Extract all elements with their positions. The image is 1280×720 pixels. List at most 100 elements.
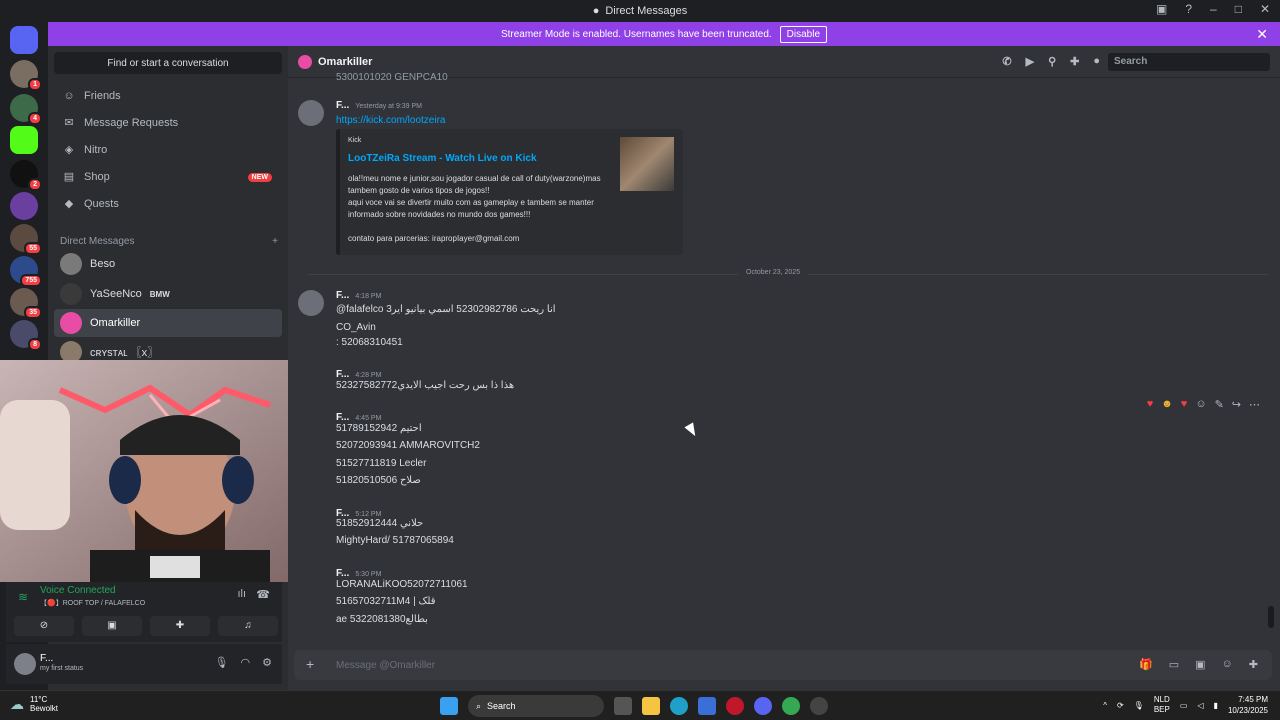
disable-button[interactable]: Disable (779, 25, 828, 43)
server-icon[interactable] (10, 126, 38, 154)
clan-tag: BMW (149, 289, 170, 299)
dm-item-omarkiller[interactable]: Omarkiller (54, 309, 282, 337)
home-button[interactable] (10, 26, 38, 54)
apps-icon[interactable]: ✚ (1249, 658, 1258, 671)
user-name: F... (40, 653, 54, 664)
battery-icon[interactable]: ▮ (1214, 701, 1218, 710)
server-icon[interactable]: 1 (10, 60, 42, 91)
message-time: 4:45 PM (355, 415, 382, 422)
sync-icon[interactable]: ⟳ (1117, 701, 1124, 710)
forward-icon[interactable]: ↪ (1232, 398, 1241, 411)
weather-widget[interactable]: ☁ 11°C Bewolkt (10, 695, 58, 713)
user-profile-icon[interactable]: ● (1093, 55, 1100, 68)
language-primary: NLD (1153, 695, 1170, 704)
server-icon[interactable]: 2 (10, 160, 42, 191)
create-dm-button[interactable]: + (272, 236, 278, 247)
server-icon[interactable]: 35 (10, 288, 42, 319)
pin-icon[interactable]: ⚲ (1048, 55, 1056, 68)
edit-icon[interactable]: ✎ (1215, 398, 1224, 411)
store-icon[interactable] (698, 697, 716, 715)
soundboard-button[interactable]: ♫ (218, 616, 278, 636)
message-time: Yesterday at 9:39 PM (355, 103, 423, 110)
maximize-button[interactable]: □ (1235, 2, 1242, 16)
heart-reaction-icon[interactable]: ♥ (1181, 398, 1188, 411)
message-input[interactable]: Message @Omarkiller (336, 660, 435, 671)
voice-buttons: ⊘ ▣ ✚ ♫ (14, 616, 278, 636)
heart-reaction-icon[interactable]: ♥ (1147, 398, 1154, 411)
add-friends-icon[interactable]: ✚ (1070, 55, 1079, 68)
chat-search-input[interactable]: Search (1108, 53, 1270, 71)
nav-quests[interactable]: ◆ Quests (54, 192, 282, 216)
microphone-icon[interactable]: 🎙 (215, 656, 229, 669)
server-badge: 55 (24, 242, 42, 255)
taskbar-search[interactable]: ⌕ Search (468, 695, 604, 717)
voice-channel[interactable]: 【🔴】ROOF TOP / FALAFELCO (40, 598, 145, 608)
message-link[interactable]: https://kick.com/lootzeira (336, 115, 445, 126)
settings-gear-icon[interactable]: ⚙ (262, 656, 272, 669)
activities-button[interactable]: ✚ (150, 616, 210, 636)
header-avatar (298, 54, 312, 69)
chat-area: Omarkiller ✆ ▶ ⚲ ✚ ● Search 5300101020 G… (288, 46, 1280, 690)
laugh-reaction-icon[interactable]: ☻ (1161, 398, 1173, 411)
noise-suppression-icon[interactable]: ılı (237, 588, 246, 600)
dm-name: YaSeeNco (90, 288, 142, 300)
edge-icon[interactable] (670, 697, 688, 715)
discord-taskbar-icon[interactable] (754, 697, 772, 715)
windows-start-icon[interactable] (440, 697, 458, 715)
user-avatar[interactable] (14, 653, 36, 675)
close-window-button[interactable]: ✕ (1260, 2, 1270, 16)
nav-label: Message Requests (84, 117, 179, 129)
nav-shop[interactable]: ▤ Shop NEW (54, 165, 282, 189)
nav-nitro[interactable]: ◈ Nitro (54, 138, 282, 162)
dm-item-beso[interactable]: Beso (54, 250, 282, 278)
attach-plus-icon[interactable]: + (306, 656, 314, 672)
signal-icon[interactable]: ≋ (18, 590, 28, 604)
volume-icon[interactable]: ◁ (1197, 701, 1203, 710)
server-icon[interactable]: 55 (10, 224, 42, 255)
video-call-icon[interactable]: ▶ (1026, 55, 1034, 68)
server-icon[interactable]: 755 (10, 256, 42, 287)
language-indicator[interactable]: NLD BEP (1154, 695, 1170, 715)
server-icon[interactable] (10, 192, 38, 220)
dm-item-yaseenco[interactable]: YaSeeNco BMW (54, 280, 282, 308)
avatar (60, 253, 82, 275)
nav-friends[interactable]: ☺ Friends (54, 84, 282, 108)
gift-icon[interactable]: 🎁 (1139, 658, 1153, 671)
server-icon[interactable]: 8 (10, 320, 42, 351)
nav-message-requests[interactable]: ✉ Message Requests (54, 111, 282, 135)
file-explorer-icon[interactable] (642, 697, 660, 715)
network-icon[interactable]: ▭ (1180, 701, 1188, 710)
gif-icon[interactable]: ▭ (1169, 658, 1179, 671)
voice-call-icon[interactable]: ✆ (1002, 55, 1011, 68)
mic-tray-icon[interactable]: 🎙 (1134, 701, 1144, 710)
search-icon: ⌕ (476, 700, 482, 711)
embed-thumbnail[interactable] (620, 137, 674, 191)
camera-off-button[interactable]: ⊘ (14, 616, 74, 636)
server-icon[interactable]: 4 (10, 94, 42, 125)
server-badge: 755 (20, 274, 42, 287)
inbox-icon[interactable]: ▣ (1156, 2, 1167, 16)
chevron-up-icon[interactable]: ^ (1103, 701, 1107, 710)
headphones-icon[interactable]: ◠ (241, 656, 251, 669)
voice-status: Voice Connected (40, 585, 116, 596)
minimize-button[interactable]: – (1210, 2, 1217, 16)
embed-title[interactable]: LooTZeiRa Stream - Watch Live on Kick (348, 153, 537, 164)
task-view-icon[interactable] (614, 697, 632, 715)
emoji-icon[interactable]: ☺ (1222, 658, 1233, 671)
sticker-icon[interactable]: ▣ (1195, 658, 1205, 671)
message-author: F... 4:18 PM (336, 290, 381, 301)
app-icon[interactable] (810, 697, 828, 715)
find-conversation-input[interactable]: Find or start a conversation (54, 52, 282, 74)
disconnect-icon[interactable]: ☎ (256, 588, 270, 601)
opera-icon[interactable] (726, 697, 744, 715)
help-icon[interactable]: ? (1185, 2, 1192, 16)
chat-scrollbar[interactable] (1268, 606, 1274, 628)
chrome-icon[interactable] (782, 697, 800, 715)
clock[interactable]: 7:45 PM 10/23/2025 (1228, 694, 1268, 716)
avatar (60, 312, 82, 334)
discord-logo-icon: ● (592, 5, 600, 17)
close-banner-icon[interactable]: ✕ (1256, 26, 1268, 43)
more-icon[interactable]: ⋯ (1249, 398, 1260, 411)
add-reaction-icon[interactable]: ☺ (1195, 398, 1206, 411)
screen-share-button[interactable]: ▣ (82, 616, 142, 636)
